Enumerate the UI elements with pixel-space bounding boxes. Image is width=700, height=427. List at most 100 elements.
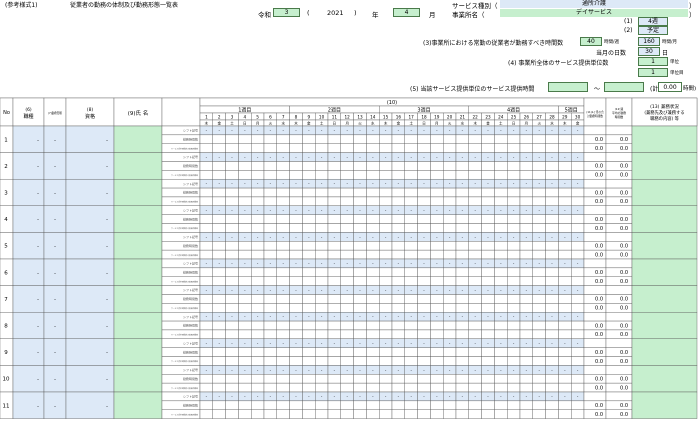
hours-cell xyxy=(443,276,457,286)
concurrent-duty-cell[interactable] xyxy=(631,338,698,366)
sub-row-label: シフト記号 xyxy=(183,181,198,186)
name-cell[interactable] xyxy=(113,232,163,260)
job-type-cell[interactable] xyxy=(12,232,45,260)
qualification-value: - xyxy=(106,403,108,409)
hours-cell xyxy=(391,409,406,419)
hours-cell xyxy=(353,347,367,357)
hours-cell xyxy=(366,329,380,339)
hours-cell xyxy=(545,161,559,171)
hours-cell xyxy=(212,170,226,180)
job-type-cell[interactable] xyxy=(12,391,45,419)
hours-cell xyxy=(443,382,457,393)
hours-cell xyxy=(481,134,495,144)
concurrent-duty-cell[interactable] xyxy=(631,391,698,419)
concurrent-duty-cell[interactable] xyxy=(631,365,698,393)
hours-cell xyxy=(379,249,393,260)
hours-cell xyxy=(263,347,278,357)
hours-cell xyxy=(353,241,367,251)
hours-cell xyxy=(199,303,214,313)
hours-cell xyxy=(353,356,367,366)
hours-cell xyxy=(366,374,380,384)
header-11-line1: (11)1ヶ月の合 xyxy=(586,110,604,114)
header-8-label: 資格 xyxy=(85,113,95,120)
name-cell[interactable] xyxy=(113,312,163,340)
hours-cell xyxy=(443,356,457,366)
hours-cell xyxy=(468,347,482,357)
hours-cell xyxy=(263,196,278,207)
concurrent-duty-cell[interactable] xyxy=(631,285,698,313)
hours-cell xyxy=(263,303,278,313)
hours-cell xyxy=(545,276,559,286)
monthly-total-value: 0.0 xyxy=(595,350,603,356)
hours-cell xyxy=(225,409,239,419)
name-cell[interactable] xyxy=(113,152,163,180)
hours-cell xyxy=(391,347,406,357)
name-cell[interactable] xyxy=(113,125,163,153)
hours-cell xyxy=(507,347,521,357)
job-type-value: - xyxy=(37,377,39,383)
hours-cell xyxy=(353,214,367,224)
weekday-label: 火 xyxy=(269,121,273,126)
job-type-value: - xyxy=(37,164,39,170)
concurrent-duty-cell[interactable] xyxy=(631,178,698,206)
hours-cell xyxy=(519,241,534,251)
hours-cell xyxy=(379,241,393,251)
hours-cell xyxy=(481,161,495,171)
hours-cell xyxy=(417,294,431,304)
job-type-cell[interactable] xyxy=(12,178,45,206)
hours-cell xyxy=(250,400,265,410)
hours-cell xyxy=(404,134,418,144)
hours-cell xyxy=(225,400,239,410)
job-type-cell[interactable] xyxy=(12,152,45,180)
concurrent-duty-cell[interactable] xyxy=(631,152,698,180)
monthly-total-value: 0.0 xyxy=(595,146,603,152)
hours-cell xyxy=(315,161,329,171)
name-cell[interactable] xyxy=(113,338,163,366)
job-type-value: - xyxy=(37,217,39,223)
hours-cell xyxy=(494,400,508,410)
hours-cell xyxy=(455,294,470,304)
hours-cell xyxy=(353,276,367,286)
name-cell[interactable] xyxy=(113,285,163,313)
concurrent-duty-cell[interactable] xyxy=(631,232,698,260)
hours-cell xyxy=(391,249,406,260)
hours-cell xyxy=(443,320,457,331)
name-cell[interactable] xyxy=(113,205,163,233)
hours-cell xyxy=(468,143,482,153)
hours-cell xyxy=(519,347,534,357)
hours-cell xyxy=(289,294,303,304)
hours-cell xyxy=(302,303,316,313)
date-label: 2 xyxy=(218,115,221,120)
concurrent-duty-cell[interactable] xyxy=(631,258,698,286)
weekday-label: 木 xyxy=(473,121,477,126)
job-type-cell[interactable] xyxy=(12,258,45,286)
hours-cell xyxy=(494,196,508,207)
job-type-cell[interactable] xyxy=(12,285,45,313)
job-type-cell[interactable] xyxy=(12,312,45,340)
name-cell[interactable] xyxy=(113,258,163,286)
hours-cell xyxy=(302,187,316,198)
job-type-cell[interactable] xyxy=(12,338,45,366)
name-cell[interactable] xyxy=(113,391,163,419)
job-type-cell[interactable] xyxy=(12,125,45,153)
header-no: No xyxy=(3,110,10,116)
hours-cell xyxy=(494,320,508,331)
hours-cell xyxy=(366,187,380,198)
hours-cell xyxy=(571,320,585,331)
hours-cell xyxy=(519,223,534,233)
date-label: 10 xyxy=(319,115,325,120)
name-cell[interactable] xyxy=(113,365,163,393)
job-type-cell[interactable] xyxy=(12,205,45,233)
concurrent-duty-cell[interactable] xyxy=(631,125,698,153)
hours-cell xyxy=(327,223,342,233)
concurrent-duty-cell[interactable] xyxy=(631,312,698,340)
hours-cell xyxy=(289,267,303,277)
work-form-value: - xyxy=(54,324,56,330)
job-type-cell[interactable] xyxy=(12,365,45,393)
concurrent-duty-cell[interactable] xyxy=(631,205,698,233)
hours-cell xyxy=(430,196,444,207)
sub-row-label: 勤務時間数 xyxy=(183,216,198,221)
weekly-average-cell xyxy=(605,347,633,357)
hours-cell xyxy=(225,329,239,339)
name-cell[interactable] xyxy=(113,178,163,206)
